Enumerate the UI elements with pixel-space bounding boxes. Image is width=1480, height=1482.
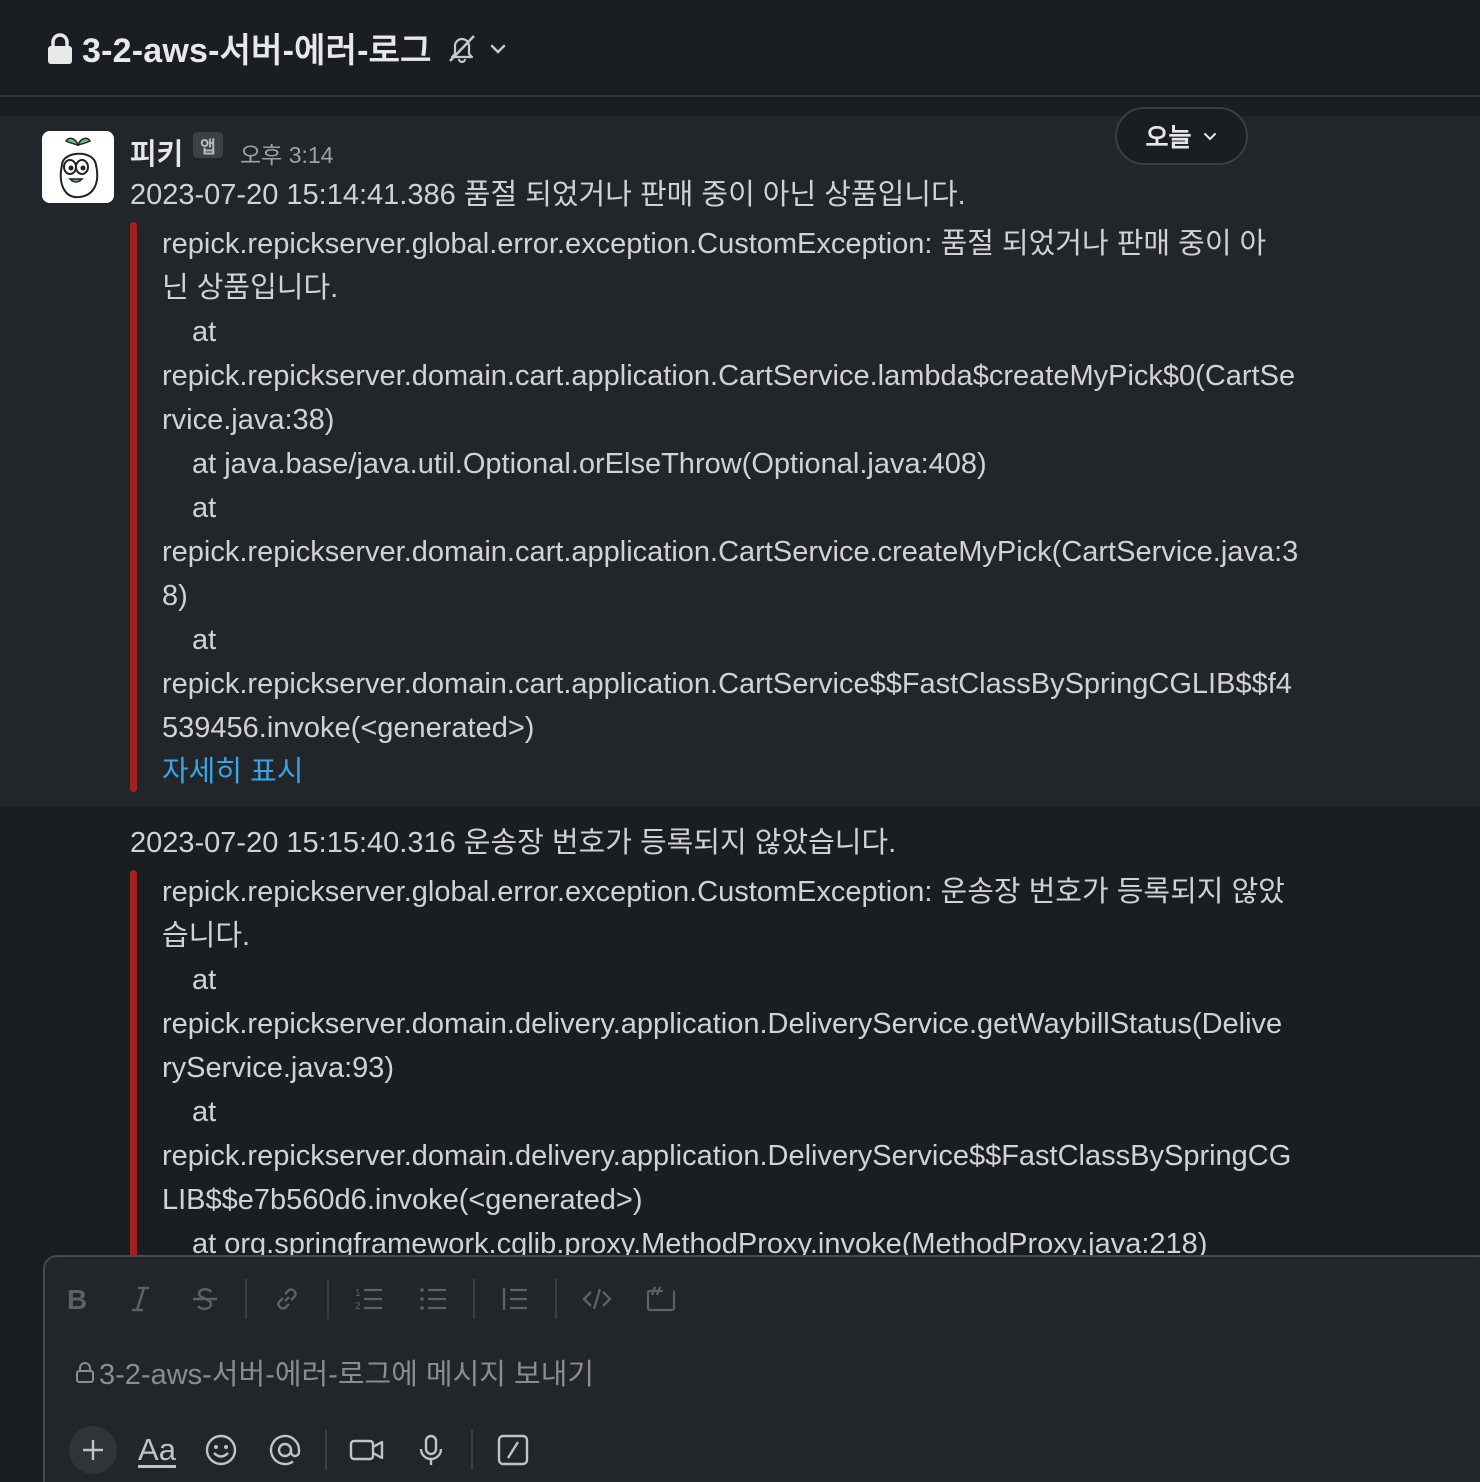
message-attachment: repick.repickserver.global.error.excepti… xyxy=(130,870,1320,1259)
stack-line: repick.repickserver.global.error.excepti… xyxy=(162,876,1285,908)
chevron-down-icon[interactable] xyxy=(488,39,508,59)
mention-button[interactable] xyxy=(253,1425,317,1475)
lock-icon xyxy=(48,32,72,64)
ordered-list-icon[interactable]: 12 xyxy=(337,1277,401,1321)
emoji-icon xyxy=(205,1434,237,1466)
plus-icon xyxy=(83,1440,103,1460)
stack-line: repick.repickserver.global.error.excepti… xyxy=(162,228,1267,260)
message-author[interactable]: 피키 xyxy=(130,131,183,173)
attachment-color-bar xyxy=(130,870,137,1259)
message-composer[interactable]: B 12 3-2-aws-서버-에러-로그에 메시지 보내기 Aa xyxy=(43,1255,1480,1482)
stack-line: repick.repickserver.domain.cart.applicat… xyxy=(162,536,1299,568)
app-badge: 앱 xyxy=(193,132,223,158)
bold-icon[interactable]: B xyxy=(45,1277,109,1321)
stack-line: ryService.java:93) xyxy=(162,1052,395,1084)
video-clip-button[interactable] xyxy=(335,1425,399,1475)
message-input-placeholder: 3-2-aws-서버-에러-로그에 메시지 보내기 xyxy=(99,1359,595,1391)
toolbar-divider xyxy=(325,1430,327,1470)
message-text: 2023-07-20 15:14:41.386 품절 되었거나 판매 중이 아닌… xyxy=(130,179,966,211)
date-divider-button[interactable]: 오늘 xyxy=(1115,107,1248,165)
channel-header: 3-2-aws-서버-에러-로그 xyxy=(0,0,1480,97)
stack-line: repick.repickserver.domain.cart.applicat… xyxy=(162,668,1292,700)
show-more-link[interactable]: 자세히 표시 xyxy=(162,750,1320,794)
formatting-toolbar: B 12 xyxy=(45,1277,693,1321)
stack-line: 539456.invoke(<generated>) xyxy=(162,712,535,744)
stack-line: at org.springframework.cglib.proxy.Metho… xyxy=(192,1228,1208,1259)
formatting-toggle-button[interactable]: Aa xyxy=(125,1425,189,1475)
message-timestamp[interactable]: 오후 3:14 xyxy=(240,136,333,170)
video-camera-icon xyxy=(349,1439,384,1461)
avatar[interactable] xyxy=(42,131,114,203)
format-text-icon: Aa xyxy=(138,1432,176,1467)
blockquote-icon[interactable] xyxy=(483,1277,547,1321)
muted-bell-icon[interactable] xyxy=(446,32,478,64)
toolbar-divider xyxy=(327,1279,329,1319)
audio-clip-button[interactable] xyxy=(399,1425,463,1475)
stack-line: 8) xyxy=(162,580,188,612)
slash-command-icon xyxy=(497,1434,529,1466)
message-text: 2023-07-20 15:15:40.316 운송장 번호가 등록되지 않았습… xyxy=(130,827,897,859)
stack-line: at xyxy=(192,1096,217,1128)
stack-line: at xyxy=(192,316,217,348)
chevron-down-icon xyxy=(1203,133,1216,141)
stack-line: rvice.java:38) xyxy=(162,404,335,436)
stack-line: 닌 상품입니다. xyxy=(162,272,339,304)
strikethrough-icon[interactable] xyxy=(173,1277,237,1321)
stack-line: repick.repickserver.domain.delivery.appl… xyxy=(162,1140,1292,1172)
stack-line: at xyxy=(192,492,217,524)
bulleted-list-icon[interactable] xyxy=(401,1277,465,1321)
message-list: 피키 앱 오후 3:14 오늘 2023-07-20 15:14:41.386 … xyxy=(0,99,1480,1259)
stack-line: repick.repickserver.domain.cart.applicat… xyxy=(162,360,1296,392)
stack-line: at java.base/java.util.Optional.orElseTh… xyxy=(192,448,987,480)
message-attachment: repick.repickserver.global.error.excepti… xyxy=(130,222,1320,792)
add-attachment-button[interactable] xyxy=(69,1426,117,1474)
stack-line: 습니다. xyxy=(162,920,251,952)
composer-actions: Aa xyxy=(61,1425,545,1475)
toolbar-divider xyxy=(471,1430,473,1470)
attachment-color-bar xyxy=(130,222,137,792)
link-icon[interactable] xyxy=(255,1277,319,1321)
lock-icon xyxy=(76,1362,94,1383)
date-divider-label: 오늘 xyxy=(1145,124,1192,152)
stack-line: repick.repickserver.domain.delivery.appl… xyxy=(162,1008,1283,1040)
svg-text:1: 1 xyxy=(355,1288,361,1299)
channel-name[interactable]: 3-2-aws-서버-에러-로그 xyxy=(82,23,432,72)
slack-channel-view: 3-2-aws-서버-에러-로그 피키 앱 오후 3:14 오늘 2023-07… xyxy=(0,0,1480,1482)
code-block-icon[interactable] xyxy=(629,1277,693,1321)
shortcuts-button[interactable] xyxy=(481,1425,545,1475)
toolbar-divider xyxy=(245,1279,247,1319)
svg-text:2: 2 xyxy=(355,1301,361,1312)
toolbar-divider xyxy=(473,1279,475,1319)
code-icon[interactable] xyxy=(565,1277,629,1321)
microphone-icon xyxy=(419,1434,443,1465)
message-input[interactable]: 3-2-aws-서버-에러-로그에 메시지 보내기 xyxy=(75,1351,594,1393)
bot-avatar-icon xyxy=(42,131,114,203)
stack-line: LIB$$e7b560d6.invoke(<generated>) xyxy=(162,1184,643,1216)
toolbar-divider xyxy=(555,1279,557,1319)
at-sign-icon xyxy=(269,1434,301,1466)
svg-text:B: B xyxy=(67,1284,87,1314)
emoji-button[interactable] xyxy=(189,1425,253,1475)
stack-line: at xyxy=(192,624,217,656)
stack-line: at xyxy=(192,964,217,996)
italic-icon[interactable] xyxy=(109,1277,173,1321)
